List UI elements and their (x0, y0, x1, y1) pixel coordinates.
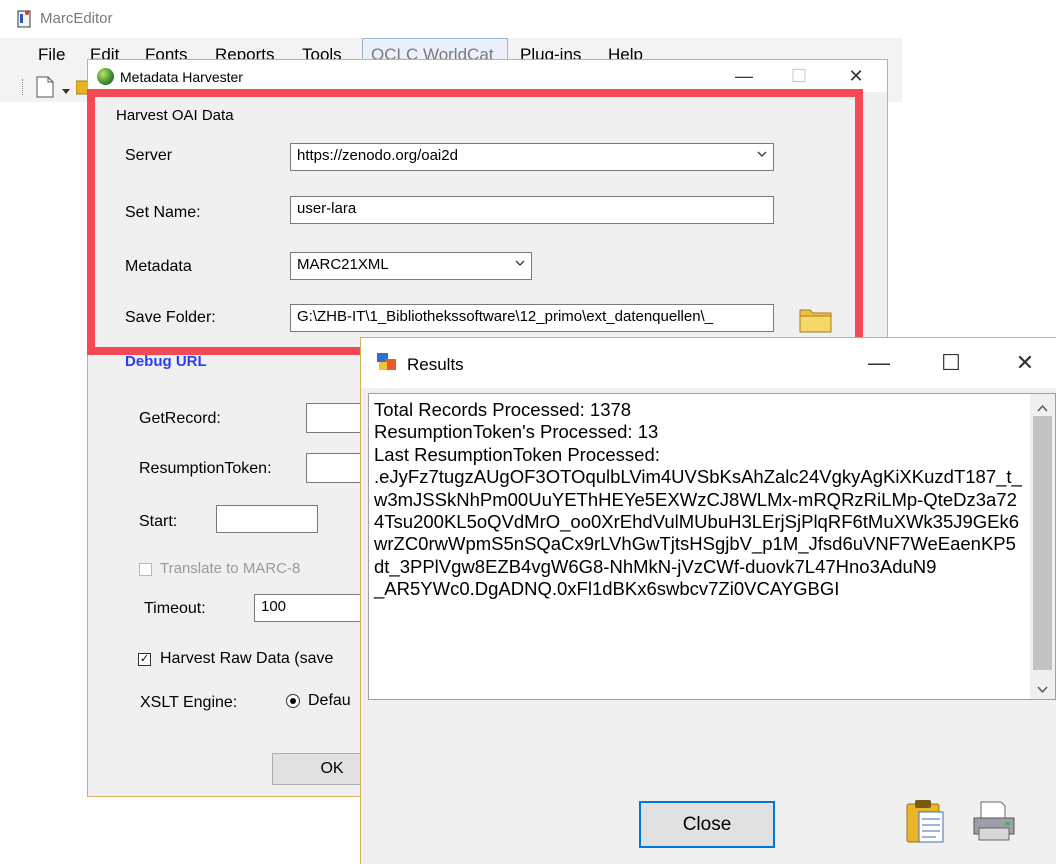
harvester-titlebar: Metadata Harvester — ☐ ✕ (88, 60, 887, 92)
start-input[interactable] (216, 505, 318, 533)
close-button[interactable]: Close (639, 801, 775, 848)
server-value: https://zenodo.org/oai2d (297, 147, 458, 164)
menu-file[interactable]: File (38, 45, 65, 65)
set-name-input[interactable]: user-lara (290, 196, 774, 224)
results-maximize-button[interactable]: ☐ (921, 346, 981, 380)
scroll-down-icon[interactable] (1037, 681, 1048, 699)
save-folder-label: Save Folder: (125, 309, 216, 326)
chevron-down-icon (515, 260, 525, 266)
harvester-maximize-button[interactable]: ☐ (776, 60, 822, 92)
metadata-dropdown[interactable]: MARC21XML (290, 252, 532, 280)
debug-url-link[interactable]: Debug URL (125, 353, 207, 370)
results-window-icon (377, 353, 397, 376)
results-textbox[interactable]: Total Records Processed: 1378 Resumption… (368, 393, 1056, 700)
results-minimize-button[interactable]: — (849, 346, 909, 380)
results-close-x-button[interactable]: ✕ (995, 346, 1055, 380)
scroll-thumb[interactable] (1033, 416, 1052, 670)
new-file-icon[interactable] (35, 76, 55, 103)
radio-dot (290, 698, 296, 704)
save-folder-input[interactable]: G:\ZHB-IT\1_Bibliothekssoftware\12_primo… (290, 304, 774, 332)
harvester-minimize-button[interactable]: — (721, 60, 767, 92)
resumption-token-input[interactable] (306, 453, 366, 483)
xslt-default-label: Defau (308, 692, 351, 709)
results-scrollbar[interactable] (1030, 394, 1055, 699)
chevron-down-icon (757, 151, 767, 157)
scroll-up-icon[interactable] (1037, 399, 1048, 417)
results-dialog: Results — ☐ ✕ Total Records Processed: 1… (360, 337, 1056, 864)
results-titlebar: Results — ☐ ✕ (361, 338, 1056, 388)
metadata-value: MARC21XML (297, 256, 389, 273)
harvester-globe-icon (97, 68, 114, 85)
app-icon (17, 10, 33, 28)
translate-marc8-label: Translate to MARC-8 (160, 560, 301, 577)
getrecord-input[interactable] (306, 403, 366, 433)
results-text: Total Records Processed: 1378 Resumption… (374, 399, 1022, 600)
clipboard-copy-icon[interactable] (903, 798, 947, 851)
browse-folder-icon[interactable] (798, 304, 834, 339)
resumption-token-label: ResumptionToken: (139, 460, 272, 477)
app-title: MarcEditor (40, 10, 113, 27)
harvest-raw-checkbox[interactable]: ✓ (138, 653, 151, 666)
harvest-oai-section-title: Harvest OAI Data (116, 107, 234, 124)
results-title: Results (407, 355, 464, 374)
save-folder-value: G:\ZHB-IT\1_Bibliothekssoftware\12_primo… (297, 308, 714, 325)
new-file-dropdown-icon[interactable] (62, 82, 70, 100)
timeout-value: 100 (261, 598, 287, 615)
printer-icon[interactable] (971, 798, 1017, 849)
harvester-close-button[interactable]: ✕ (833, 60, 879, 92)
xslt-default-radio[interactable] (286, 694, 300, 708)
harvester-title: Metadata Harvester (120, 69, 243, 85)
timeout-label: Timeout: (144, 600, 206, 617)
start-label: Start: (139, 513, 178, 530)
getrecord-label: GetRecord: (139, 410, 221, 427)
harvest-raw-label: Harvest Raw Data (save (160, 650, 334, 667)
toolbar-grip (22, 79, 25, 95)
metadata-label: Metadata (125, 258, 192, 275)
server-label: Server (125, 147, 173, 164)
timeout-input[interactable]: 100 (254, 594, 364, 622)
server-dropdown[interactable]: https://zenodo.org/oai2d (290, 143, 774, 171)
translate-marc8-checkbox[interactable] (139, 563, 152, 576)
xslt-engine-label: XSLT Engine: (140, 694, 238, 711)
set-name-value: user-lara (297, 200, 357, 217)
set-name-label: Set Name: (125, 204, 201, 221)
